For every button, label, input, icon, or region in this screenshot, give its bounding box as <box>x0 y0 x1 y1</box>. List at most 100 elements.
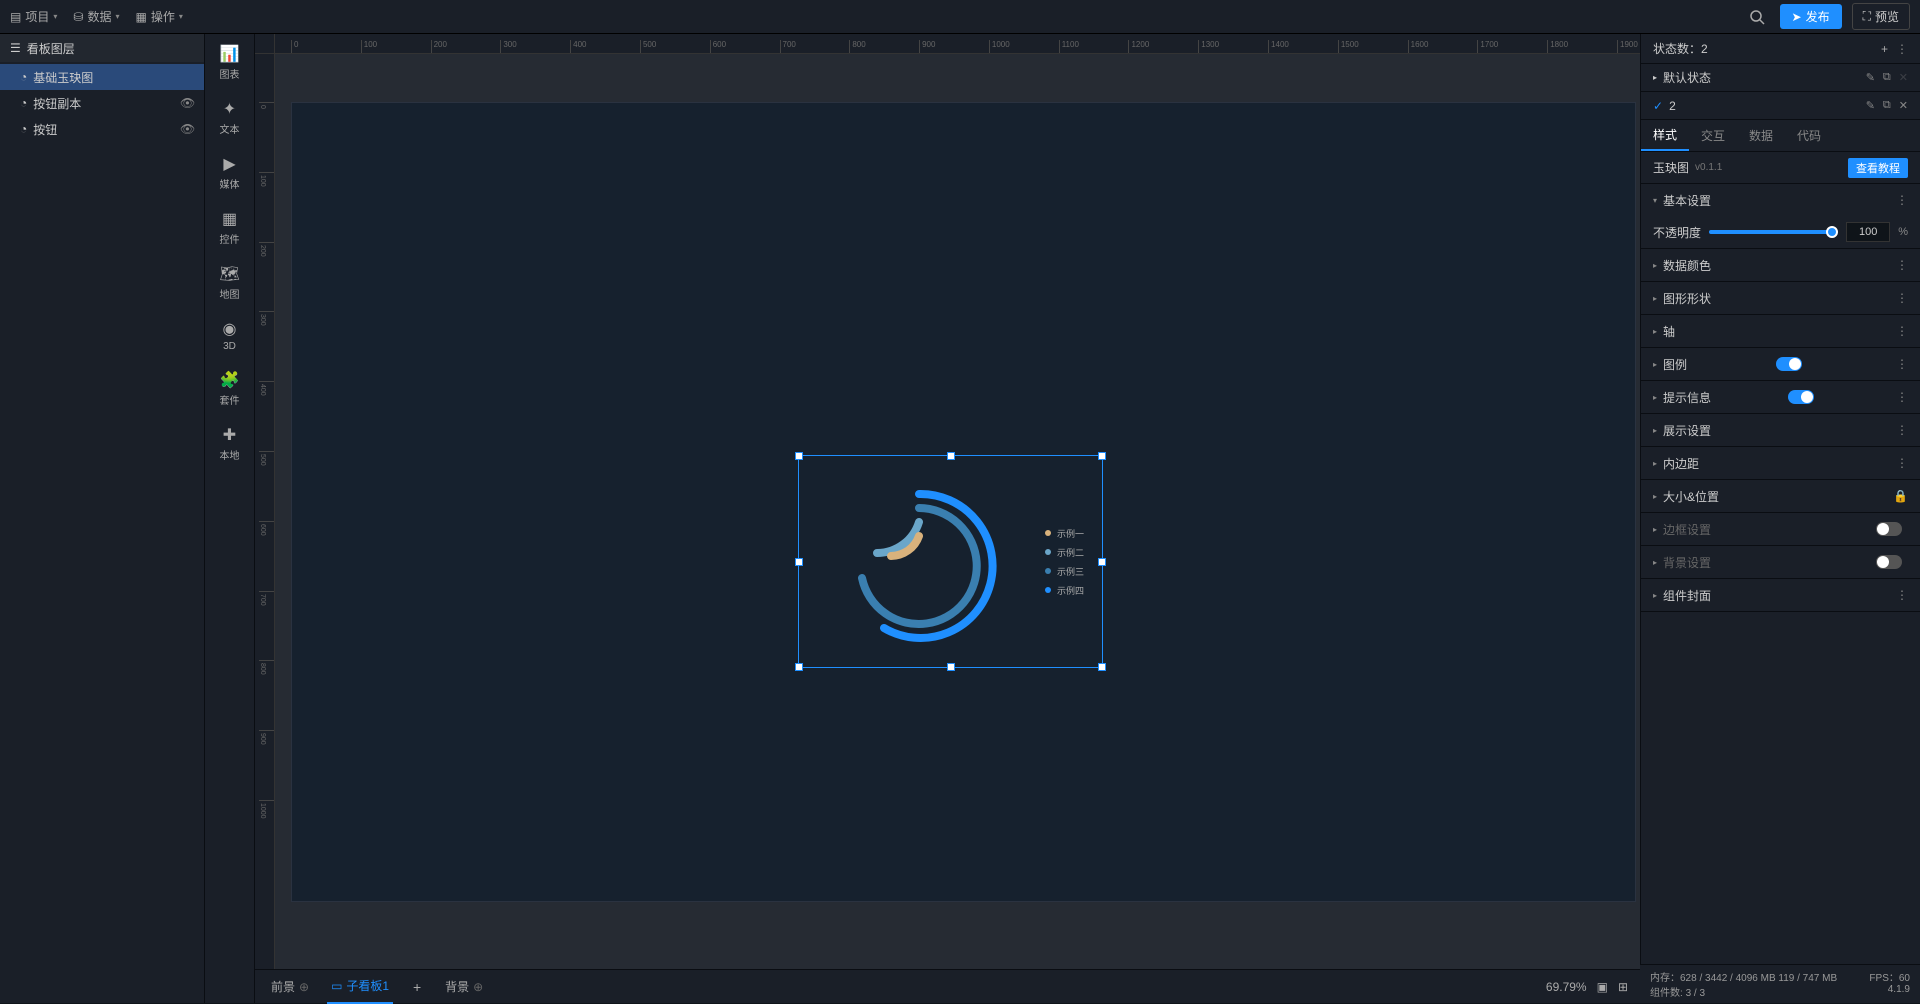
section-background[interactable]: ▸背景设置 <box>1641 546 1920 578</box>
prop-tab-2[interactable]: 数据 <box>1737 120 1785 151</box>
section-size-pos[interactable]: ▸大小&位置🔒 <box>1641 480 1920 512</box>
comp-category-5[interactable]: ◉3D <box>220 319 240 352</box>
section-display[interactable]: ▸展示设置⋮ <box>1641 414 1920 446</box>
opacity-input[interactable] <box>1846 222 1890 242</box>
state-row-2[interactable]: ✓ 2 ✎ ⧉ ✕ <box>1641 92 1920 120</box>
ruler-tick: 100 <box>361 40 377 54</box>
copy-icon[interactable]: ⧉ <box>1883 71 1891 84</box>
properties-panel: 状态数： 2 + ⋮ ▸ 默认状态 ✎ ⧉ ✕ ✓ 2 ✎ ⧉ ✕ 样式交互数据… <box>1640 34 1920 1003</box>
comp-category-6[interactable]: 🧩套件 <box>220 370 240 407</box>
section-padding[interactable]: ▸内边距⋮ <box>1641 447 1920 479</box>
resize-handle-bm[interactable] <box>947 663 955 671</box>
comp-category-4[interactable]: 🗺地图 <box>220 264 240 301</box>
background-toggle[interactable] <box>1876 555 1902 569</box>
edit-icon[interactable]: ✎ <box>1866 99 1875 112</box>
section-tooltip[interactable]: ▸提示信息⋮ <box>1641 381 1920 413</box>
legend-label: 示例四 <box>1057 584 1084 597</box>
category-icon: 📊 <box>220 44 240 64</box>
comp-category-1[interactable]: ✦ 文本 <box>220 99 240 136</box>
canvas-viewport[interactable]: 示例一示例二示例三示例四 <box>275 54 1640 969</box>
section-axis[interactable]: ▸轴⋮ <box>1641 315 1920 347</box>
resize-handle-ml[interactable] <box>795 558 803 566</box>
legend-dot <box>1045 530 1051 536</box>
resize-handle-tr[interactable] <box>1098 452 1106 460</box>
border-toggle[interactable] <box>1876 522 1902 536</box>
opacity-slider[interactable] <box>1709 230 1838 234</box>
kebab-icon[interactable]: ⋮ <box>1896 390 1908 404</box>
kebab-icon[interactable]: ⋮ <box>1896 357 1908 371</box>
tab-background[interactable]: 背景 ⊕ <box>441 978 487 995</box>
section-cover[interactable]: ▸组件封面⋮ <box>1641 579 1920 611</box>
comp-category-3[interactable]: ▦控件 <box>220 209 240 246</box>
menu-data[interactable]: ⛁ 数据 ▾ <box>73 8 119 25</box>
states-count-label: 状态数： <box>1653 40 1701 57</box>
category-icon: ✦ <box>220 99 240 119</box>
layer-item-0[interactable]: ◔基础玉玦图 <box>0 64 204 90</box>
tutorial-button[interactable]: 查看教程 <box>1848 158 1908 178</box>
preview-button[interactable]: ⛶ 预览 <box>1852 3 1910 30</box>
add-state-button[interactable]: + <box>1881 42 1888 56</box>
menu-project[interactable]: ▤ 项目 ▾ <box>10 8 57 25</box>
add-tab-button[interactable]: + <box>407 977 427 997</box>
comp-category-7[interactable]: ✚本地 <box>220 425 240 462</box>
section-tooltip-label: 提示信息 <box>1663 389 1711 406</box>
close-icon[interactable]: ✕ <box>1899 99 1908 112</box>
selected-widget[interactable]: 示例一示例二示例三示例四 <box>798 455 1103 668</box>
kebab-icon[interactable]: ⋮ <box>1896 291 1908 305</box>
copy-icon[interactable]: ⧉ <box>1883 99 1891 112</box>
plus-circle-icon[interactable]: ⊕ <box>299 980 309 994</box>
layer-item-2[interactable]: ◔按钮👁 <box>0 116 204 142</box>
states-kebab-icon[interactable]: ⋮ <box>1896 42 1908 56</box>
comp-category-0[interactable]: 📊图表 <box>220 44 240 81</box>
opacity-label: 不透明度 <box>1653 224 1701 241</box>
comp-category-2[interactable]: ▶媒体 <box>220 154 240 191</box>
section-data-color[interactable]: ▸数据颜色⋮ <box>1641 249 1920 281</box>
resize-handle-mr[interactable] <box>1098 558 1106 566</box>
prop-tab-1[interactable]: 交互 <box>1689 120 1737 151</box>
section-legend[interactable]: ▸图例⋮ <box>1641 348 1920 380</box>
tab-sub-board[interactable]: ▭ 子看板1 <box>327 970 393 1004</box>
category-icon: 🧩 <box>220 370 240 390</box>
category-label: 文本 <box>220 121 240 136</box>
search-button[interactable] <box>1744 4 1770 30</box>
resize-handle-tm[interactable] <box>947 452 955 460</box>
legend-toggle[interactable] <box>1776 357 1802 371</box>
slider-thumb[interactable] <box>1826 226 1838 238</box>
ruler-tick: 400 <box>259 381 275 396</box>
kebab-icon[interactable]: ⋮ <box>1896 324 1908 338</box>
resize-handle-tl[interactable] <box>795 452 803 460</box>
kebab-icon[interactable]: ⋮ <box>1896 456 1908 470</box>
kebab-icon[interactable]: ⋮ <box>1896 423 1908 437</box>
resize-handle-bl[interactable] <box>795 663 803 671</box>
plus-circle-icon[interactable]: ⊕ <box>473 980 483 994</box>
tooltip-toggle[interactable] <box>1788 390 1814 404</box>
section-border[interactable]: ▸边框设置 <box>1641 513 1920 545</box>
widget-icon: ◔ <box>20 70 27 84</box>
kebab-icon[interactable]: ⋮ <box>1896 588 1908 602</box>
prop-tab-3[interactable]: 代码 <box>1785 120 1833 151</box>
category-icon: ◉ <box>220 319 240 339</box>
resize-handle-br[interactable] <box>1098 663 1106 671</box>
prop-tab-0[interactable]: 样式 <box>1641 120 1689 151</box>
close-icon[interactable]: ✕ <box>1899 71 1908 84</box>
fit-icon[interactable]: ▣ <box>1597 980 1608 994</box>
ruler-tick: 1700 <box>1477 40 1498 54</box>
kebab-icon[interactable]: ⋮ <box>1896 193 1908 207</box>
tab-foreground[interactable]: 前景 ⊕ <box>267 978 313 995</box>
grid-toggle-icon[interactable]: ⊞ <box>1618 980 1628 994</box>
kebab-icon[interactable]: ⋮ <box>1896 258 1908 272</box>
menu-operate[interactable]: ▦ 操作 ▾ <box>135 8 182 25</box>
lock-icon[interactable]: 🔒 <box>1893 489 1908 503</box>
eye-icon[interactable]: 👁 <box>180 96 194 110</box>
eye-icon[interactable]: 👁 <box>180 122 194 136</box>
canvas-area: 0100200300400500600700800900100011001200… <box>255 34 1640 1003</box>
edit-icon[interactable]: ✎ <box>1866 71 1875 84</box>
ruler-tick: 1000 <box>989 40 1010 54</box>
state-row-default[interactable]: ▸ 默认状态 ✎ ⧉ ✕ <box>1641 64 1920 92</box>
legend-label: 示例二 <box>1057 546 1084 559</box>
publish-button[interactable]: ➤ 发布 <box>1780 4 1842 29</box>
layer-item-1[interactable]: ◔按钮副本👁 <box>0 90 204 116</box>
section-shape[interactable]: ▸图形形状⋮ <box>1641 282 1920 314</box>
ruler-tick: 1600 <box>1408 40 1429 54</box>
section-basic[interactable]: ▾ 基本设置 ⋮ <box>1641 184 1920 216</box>
